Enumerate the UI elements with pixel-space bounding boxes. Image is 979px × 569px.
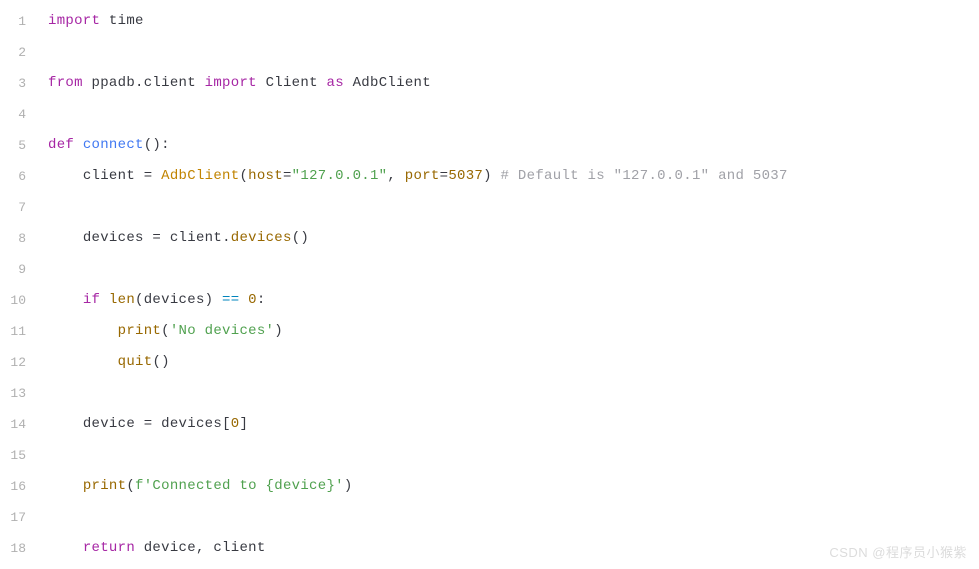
code-line-15[interactable] [48, 440, 979, 471]
line-number: 15 [0, 440, 26, 471]
code-line-5[interactable]: def connect(): [48, 130, 979, 161]
line-number: 5 [0, 130, 26, 161]
line-number: 10 [0, 285, 26, 316]
line-number: 18 [0, 533, 26, 564]
line-number: 8 [0, 223, 26, 254]
line-number: 9 [0, 254, 26, 285]
code-line-14[interactable]: device = devices[0] [48, 409, 979, 440]
code-line-3[interactable]: from ppadb.client import Client as AdbCl… [48, 68, 979, 99]
code-editor: 1 2 3 4 5 6 7 8 9 10 11 12 13 14 15 16 1… [0, 0, 979, 569]
code-line-13[interactable] [48, 378, 979, 409]
line-number: 3 [0, 68, 26, 99]
code-line-6[interactable]: client = AdbClient(host="127.0.0.1", por… [48, 161, 979, 192]
code-content[interactable]: import time from ppadb.client import Cli… [38, 0, 979, 569]
line-number: 16 [0, 471, 26, 502]
line-number-gutter: 1 2 3 4 5 6 7 8 9 10 11 12 13 14 15 16 1… [0, 0, 38, 569]
code-line-8[interactable]: devices = client.devices() [48, 223, 979, 254]
code-line-9[interactable] [48, 254, 979, 285]
line-number: 13 [0, 378, 26, 409]
line-number: 2 [0, 37, 26, 68]
code-line-4[interactable] [48, 99, 979, 130]
code-line-10[interactable]: if len(devices) == 0: [48, 285, 979, 316]
code-line-17[interactable] [48, 502, 979, 533]
line-number: 11 [0, 316, 26, 347]
code-line-16[interactable]: print(f'Connected to {device}') [48, 471, 979, 502]
line-number: 17 [0, 502, 26, 533]
code-line-11[interactable]: print('No devices') [48, 316, 979, 347]
code-line-1[interactable]: import time [48, 6, 979, 37]
line-number: 14 [0, 409, 26, 440]
line-number: 6 [0, 161, 26, 192]
code-line-7[interactable] [48, 192, 979, 223]
code-line-2[interactable] [48, 37, 979, 68]
line-number: 1 [0, 6, 26, 37]
watermark: CSDN @程序员小猴紫 [829, 542, 967, 561]
code-line-12[interactable]: quit() [48, 347, 979, 378]
line-number: 4 [0, 99, 26, 130]
line-number: 12 [0, 347, 26, 378]
line-number: 7 [0, 192, 26, 223]
